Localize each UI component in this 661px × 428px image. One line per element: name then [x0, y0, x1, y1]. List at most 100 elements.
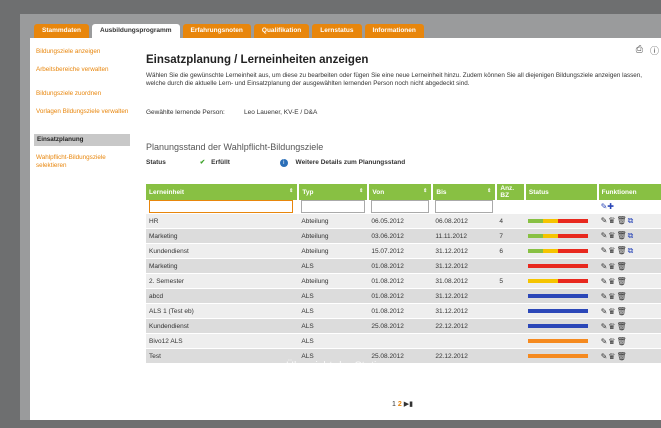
sidebar-item-arbeitsbereiche-verwalten[interactable]: Arbeitsbereiche verwalten — [36, 66, 132, 74]
tab-lernstatus[interactable]: Lernstatus — [312, 24, 362, 38]
table-row[interactable]: Kundendienst ALS 25.08.2012 22.12.2012 ✎♛🗑 — [146, 318, 661, 334]
status-bar-segment — [542, 279, 558, 283]
table-row[interactable]: abcd ALS 01.08.2012 31.12.2012 ✎♛🗑 — [146, 288, 661, 304]
table-row[interactable]: ALS 1 (Test eb) ALS 01.08.2012 31.12.2012 ✎♛… — [146, 303, 661, 319]
sort-icon[interactable]: ⇕ — [423, 188, 427, 194]
filter-input-von[interactable] — [371, 200, 430, 213]
status-bar-segment — [542, 339, 558, 343]
col-header-bis[interactable]: Bis ⇕ — [432, 184, 498, 200]
delete-icon[interactable]: 🗑 — [616, 352, 627, 361]
cell-typ: Abteilung — [298, 243, 369, 259]
cell-typ: Abteilung — [298, 213, 369, 229]
tab-informationen[interactable]: Informationen — [364, 24, 424, 38]
sidebar-item-vorlagen-bildungsziele-verwalten[interactable]: Vorlagen Bildungsziele verwalten — [36, 108, 132, 116]
table-row[interactable]: 2. Semester Abteilung 01.08.2012 31.08.2012… — [146, 273, 661, 289]
col-header-status[interactable]: Status — [524, 184, 599, 200]
cell-lerneinheit: Bivo12 ALS — [146, 333, 299, 349]
watermark: Übersicht der Stationen von — [286, 360, 422, 372]
page-1-link[interactable]: 1 — [392, 401, 396, 408]
status-bar-segment — [542, 219, 558, 223]
sidebar-item-wahlpflicht-bildungsziele-selektieren[interactable]: Wahlpflicht-Bildungsziele selektieren — [36, 154, 132, 170]
cell-typ: Abteilung — [298, 228, 369, 244]
delete-icon[interactable]: 🗑 — [616, 231, 627, 240]
cell-typ: ALS — [298, 288, 369, 304]
cell-status — [524, 348, 598, 364]
table-row[interactable]: Marketing Abteilung 03.06.2012 11.11.2012 7 ✎… — [146, 228, 661, 244]
filter-input-lerneinheit[interactable] — [149, 200, 293, 213]
status-bar-segment — [527, 219, 543, 223]
status-bar — [527, 339, 588, 343]
help-icon[interactable]: ⓘ — [650, 44, 659, 57]
status-bar-segment — [572, 249, 588, 253]
tab-stammdaten[interactable]: Stammdaten — [34, 24, 90, 38]
cell-funktionen: ✎♛🗑 — [597, 333, 661, 349]
col-header-von[interactable]: Von ⇕ — [368, 184, 434, 200]
tab-qualifikation[interactable]: Qualifikation — [253, 24, 310, 38]
status-bar — [527, 234, 588, 238]
table-row[interactable]: Bivo12 ALS ALS ✎♛🗑 — [146, 333, 661, 349]
col-header-typ[interactable]: Typ ⇕ — [298, 184, 370, 200]
delete-icon[interactable]: 🗑 — [616, 322, 627, 331]
cell-funktionen: ✎♛🗑 — [597, 318, 661, 334]
cell-lerneinheit: HR — [146, 213, 299, 229]
person-label: Gewählte lernende Person: — [146, 109, 225, 116]
cell-status — [524, 303, 598, 319]
status-bar-segment — [557, 264, 573, 268]
status-bar-segment — [527, 234, 543, 238]
tab-erfahrungsnoten[interactable]: Erfahrungsnoten — [182, 24, 251, 38]
delete-icon[interactable]: 🗑 — [616, 337, 627, 346]
status-bar-segment — [557, 324, 573, 328]
filter-row: ✎✚ — [146, 200, 661, 214]
delete-icon[interactable]: 🗑 — [616, 262, 627, 271]
cell-bis: 31.12.2012 — [432, 303, 497, 319]
status-bar-segment — [557, 234, 573, 238]
status-bar-segment — [527, 339, 543, 343]
cell-von: 01.08.2012 — [368, 273, 433, 289]
delete-icon[interactable]: 🗑 — [616, 216, 627, 225]
status-bar-segment — [527, 354, 543, 358]
table-row[interactable]: HR Abteilung 06.05.2012 06.08.2012 4 ✎♛🗑⧉ — [146, 213, 661, 229]
sort-icon[interactable]: ⇕ — [487, 188, 491, 194]
status-bar-segment — [542, 309, 558, 313]
col-header-funktionen[interactable]: Funktionen — [597, 184, 661, 200]
status-bar-segment — [557, 249, 573, 253]
info-icon[interactable]: i — [279, 159, 288, 167]
sort-icon[interactable]: ⇕ — [359, 188, 363, 194]
col-header-lerneinheit[interactable]: Lerneinheit ⇕ — [146, 184, 300, 200]
cell-typ: ALS — [298, 258, 369, 274]
tab-ausbildungsprogramm[interactable]: Ausbildungsprogramm — [92, 24, 180, 38]
copy-icon[interactable]: ⧉ — [628, 246, 635, 255]
status-bar-segment — [572, 339, 588, 343]
add-unit-icon[interactable]: ✎✚ — [601, 202, 614, 211]
cell-typ: ALS — [298, 333, 369, 349]
delete-icon[interactable]: 🗑 — [616, 277, 627, 286]
table-row[interactable]: Marketing ALS 01.08.2012 31.12.2012 ✎♛🗑 — [146, 258, 661, 274]
cell-funktionen: ✎♛🗑 — [597, 273, 661, 289]
cell-bis: 31.12.2012 — [432, 288, 497, 304]
sidebar-item-einsatzplanung[interactable]: Einsatzplanung — [34, 134, 130, 146]
sort-icon[interactable]: ⇕ — [289, 188, 293, 194]
next-page-icon[interactable]: ▶▮ — [404, 401, 413, 408]
status-bar-segment — [542, 294, 558, 298]
details-link[interactable]: Weitere Details zum Planungsstand — [296, 159, 406, 166]
status-bar-segment — [557, 339, 573, 343]
copy-icon[interactable]: ⧉ — [628, 216, 635, 225]
status-bar-segment — [572, 309, 588, 313]
delete-icon[interactable]: 🗑 — [616, 307, 627, 316]
cell-lerneinheit: Test — [146, 348, 299, 364]
filter-input-bis[interactable] — [435, 200, 494, 213]
delete-icon[interactable]: 🗑 — [616, 292, 627, 301]
col-header-anz-bz[interactable]: Anz. BZ — [496, 184, 526, 200]
page-2-link[interactable]: 2 — [398, 401, 402, 408]
sidebar-item-bildungsziele-zuordnen[interactable]: Bildungsziele zuordnen — [36, 90, 132, 98]
delete-icon[interactable]: 🗑 — [616, 246, 627, 255]
copy-icon[interactable]: ⧉ — [628, 231, 635, 240]
cell-status — [524, 288, 598, 304]
filter-input-typ[interactable] — [301, 200, 366, 213]
sidebar-item-bildungsziele-anzeigen[interactable]: Bildungsziele anzeigen — [36, 48, 132, 56]
table-row[interactable]: Kundendienst Abteilung 15.07.2012 31.12.201… — [146, 243, 661, 259]
print-icon[interactable]: ⎙ — [636, 44, 643, 57]
status-bar — [527, 309, 588, 313]
cell-funktionen: ✎♛🗑 — [597, 288, 661, 304]
status-bar-segment — [557, 279, 573, 283]
